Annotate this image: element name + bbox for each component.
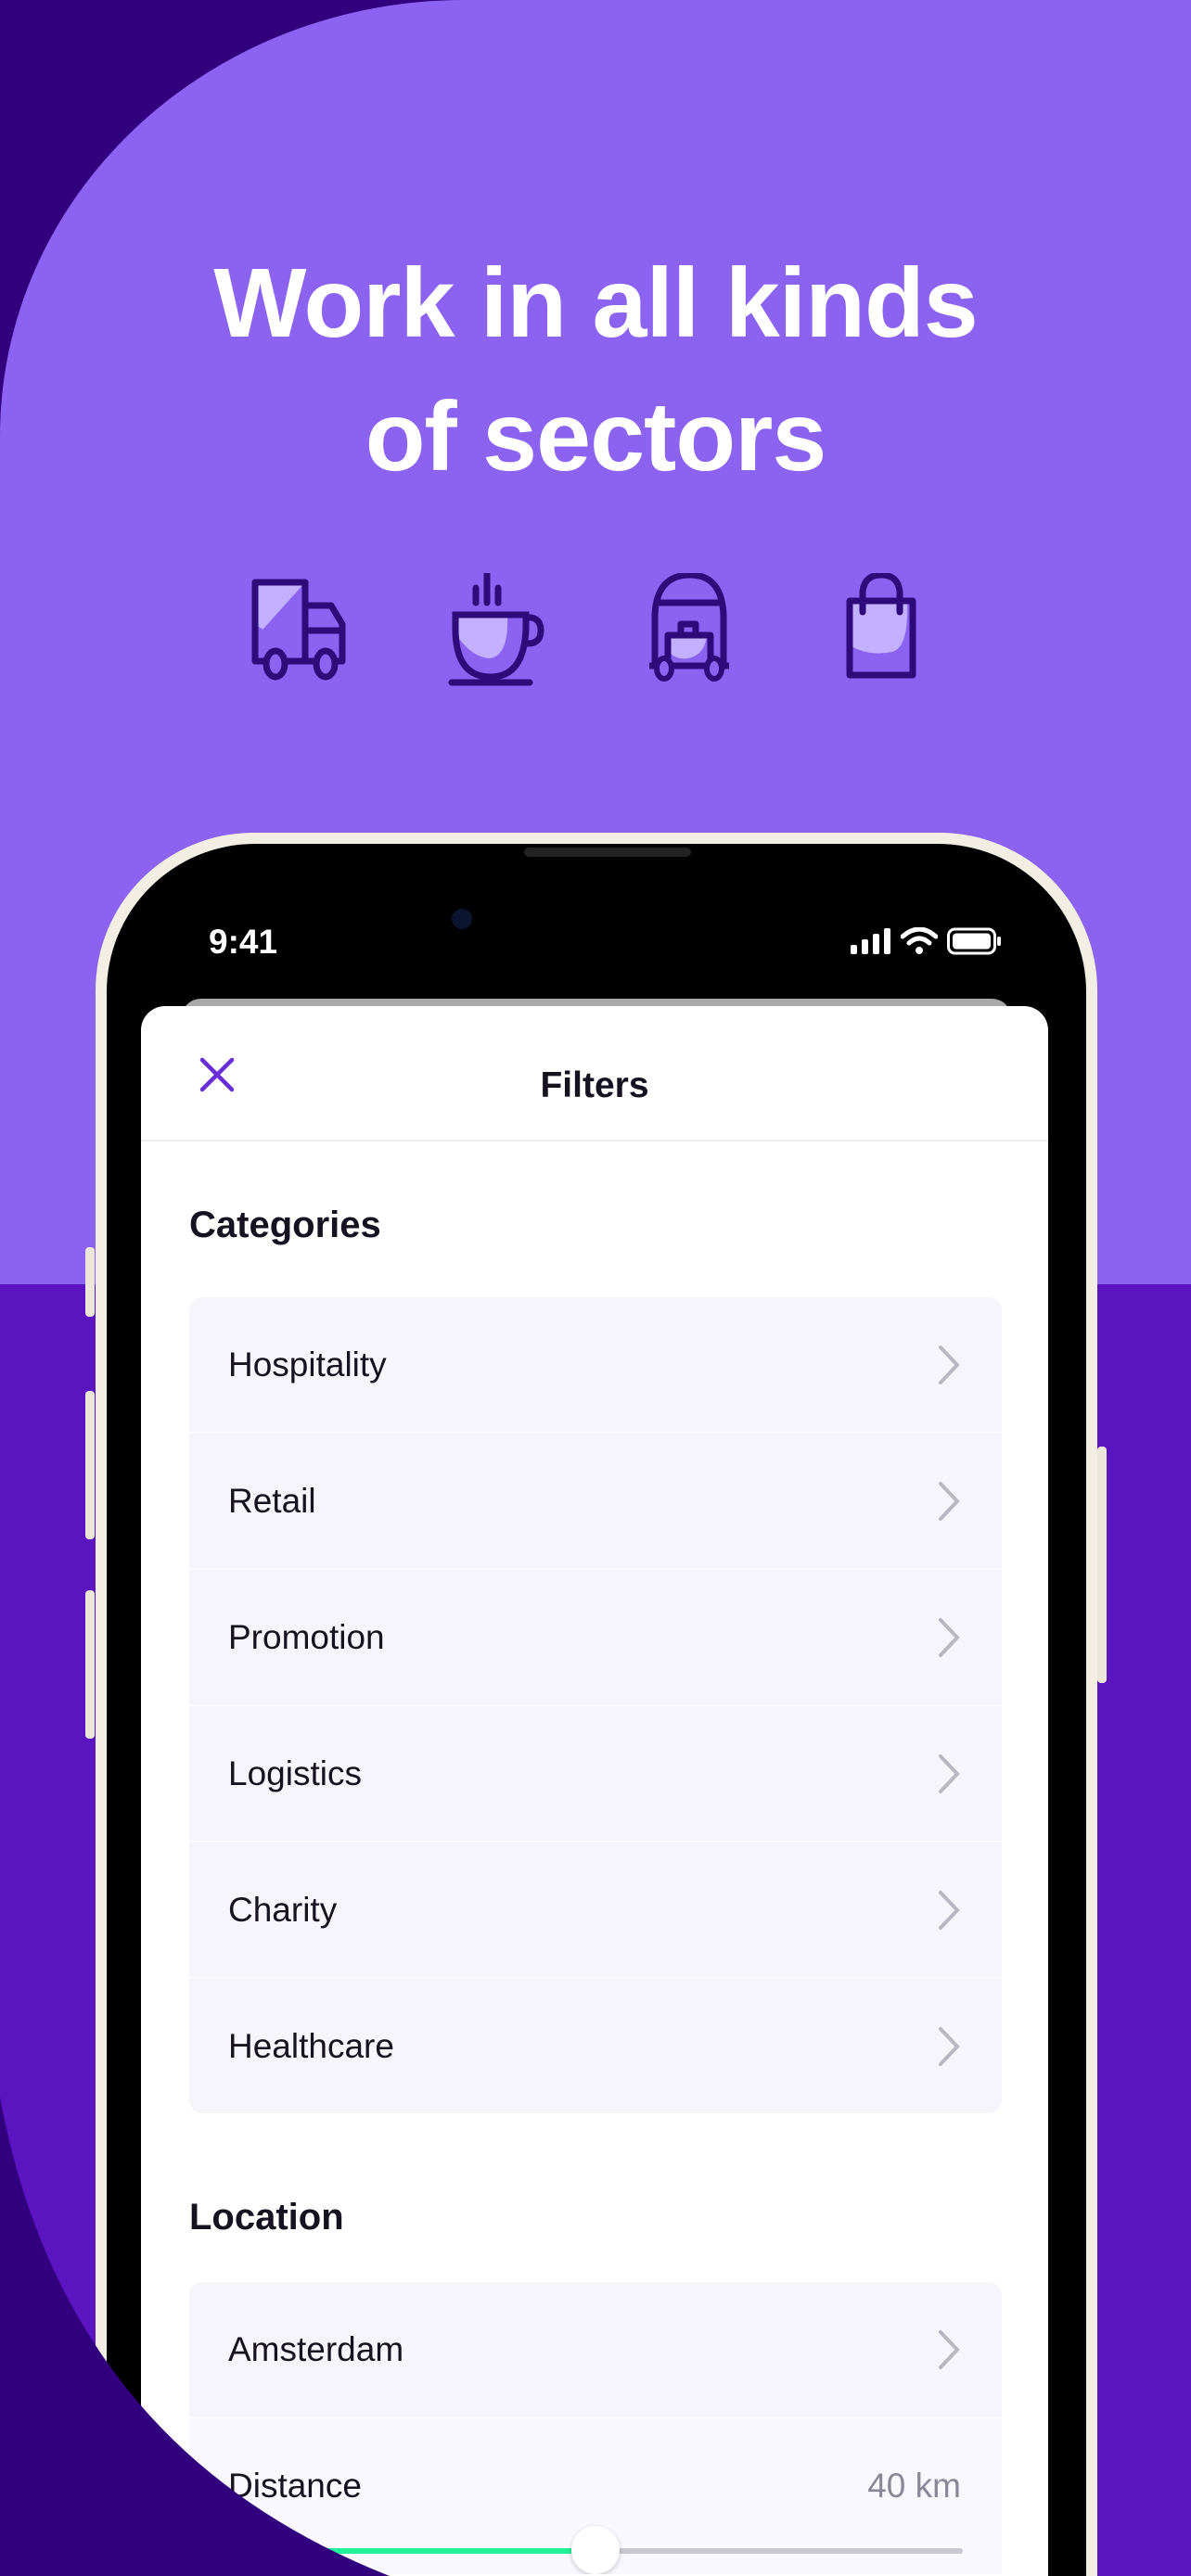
headline-line-1: Work in all kinds xyxy=(213,249,978,358)
status-icons xyxy=(851,927,1003,955)
location-city-item[interactable]: Amsterdam xyxy=(189,2282,1002,2418)
phone-frame: 9:41 Filters Categories Hospitality Reta… xyxy=(96,833,1097,2576)
page-title: Filters xyxy=(540,1065,649,1105)
shopping-bag-icon xyxy=(846,573,916,679)
categories-list: Hospitality Retail Promotion Logistics C… xyxy=(189,1297,1002,2113)
category-item-healthcare[interactable]: Healthcare xyxy=(189,1979,1002,2113)
slider-thumb[interactable] xyxy=(571,2526,620,2574)
category-item-logistics[interactable]: Logistics xyxy=(189,1706,1002,1843)
distance-slider[interactable] xyxy=(228,2526,963,2574)
battery-icon xyxy=(947,927,1001,955)
category-item-retail[interactable]: Retail xyxy=(189,1434,1002,1570)
category-item-promotion[interactable]: Promotion xyxy=(189,1570,1002,1706)
truck-icon xyxy=(251,579,346,681)
phone-mute-switch xyxy=(85,1247,95,1317)
chevron-right-icon xyxy=(939,2330,960,2369)
coffee-cup-icon xyxy=(448,573,544,686)
category-label: Charity xyxy=(228,1891,338,1929)
chevron-right-icon xyxy=(939,1754,960,1793)
slider-fill xyxy=(228,2548,596,2554)
category-item-hospitality[interactable]: Hospitality xyxy=(189,1297,1002,1434)
distance-value: 40 km xyxy=(867,2467,961,2505)
phone-screen: 9:41 Filters Categories Hospitality Reta… xyxy=(107,844,1086,2576)
chevron-right-icon xyxy=(939,1345,960,1384)
headline-line-2: of sectors xyxy=(365,382,827,491)
category-item-charity[interactable]: Charity xyxy=(189,1843,1002,1979)
chevron-right-icon xyxy=(939,1891,960,1930)
sector-icons xyxy=(0,573,1191,694)
category-label: Logistics xyxy=(228,1754,362,1792)
location-heading: Location xyxy=(189,2197,344,2238)
phone-volume-down xyxy=(85,1590,95,1739)
front-camera xyxy=(452,909,472,929)
filters-header: Filters xyxy=(141,1006,1048,1141)
hotel-luggage-cart-icon xyxy=(649,573,729,682)
headline: Work in all kinds of sectors xyxy=(0,236,1191,504)
category-label: Retail xyxy=(228,1482,316,1520)
chevron-right-icon xyxy=(939,1482,960,1521)
status-time: 9:41 xyxy=(209,923,278,961)
city-label: Amsterdam xyxy=(228,2330,404,2368)
speaker-grille xyxy=(524,848,691,857)
location-list: Amsterdam Distance 40 km xyxy=(189,2282,1002,2574)
phone-volume-up xyxy=(85,1391,95,1539)
wifi-icon xyxy=(901,927,938,954)
category-label: Healthcare xyxy=(228,2027,394,2065)
cellular-signal-icon xyxy=(851,928,890,954)
filters-sheet: Filters Categories Hospitality Retail Pr… xyxy=(141,1006,1048,2576)
chevron-right-icon xyxy=(939,1618,960,1657)
categories-heading: Categories xyxy=(189,1205,381,1245)
category-label: Promotion xyxy=(228,1618,385,1656)
distance-label: Distance xyxy=(228,2467,362,2505)
chevron-right-icon xyxy=(939,2027,960,2066)
phone-power-button xyxy=(1097,1447,1107,1683)
distance-item: Distance 40 km xyxy=(189,2418,1002,2574)
category-label: Hospitality xyxy=(228,1345,387,1384)
